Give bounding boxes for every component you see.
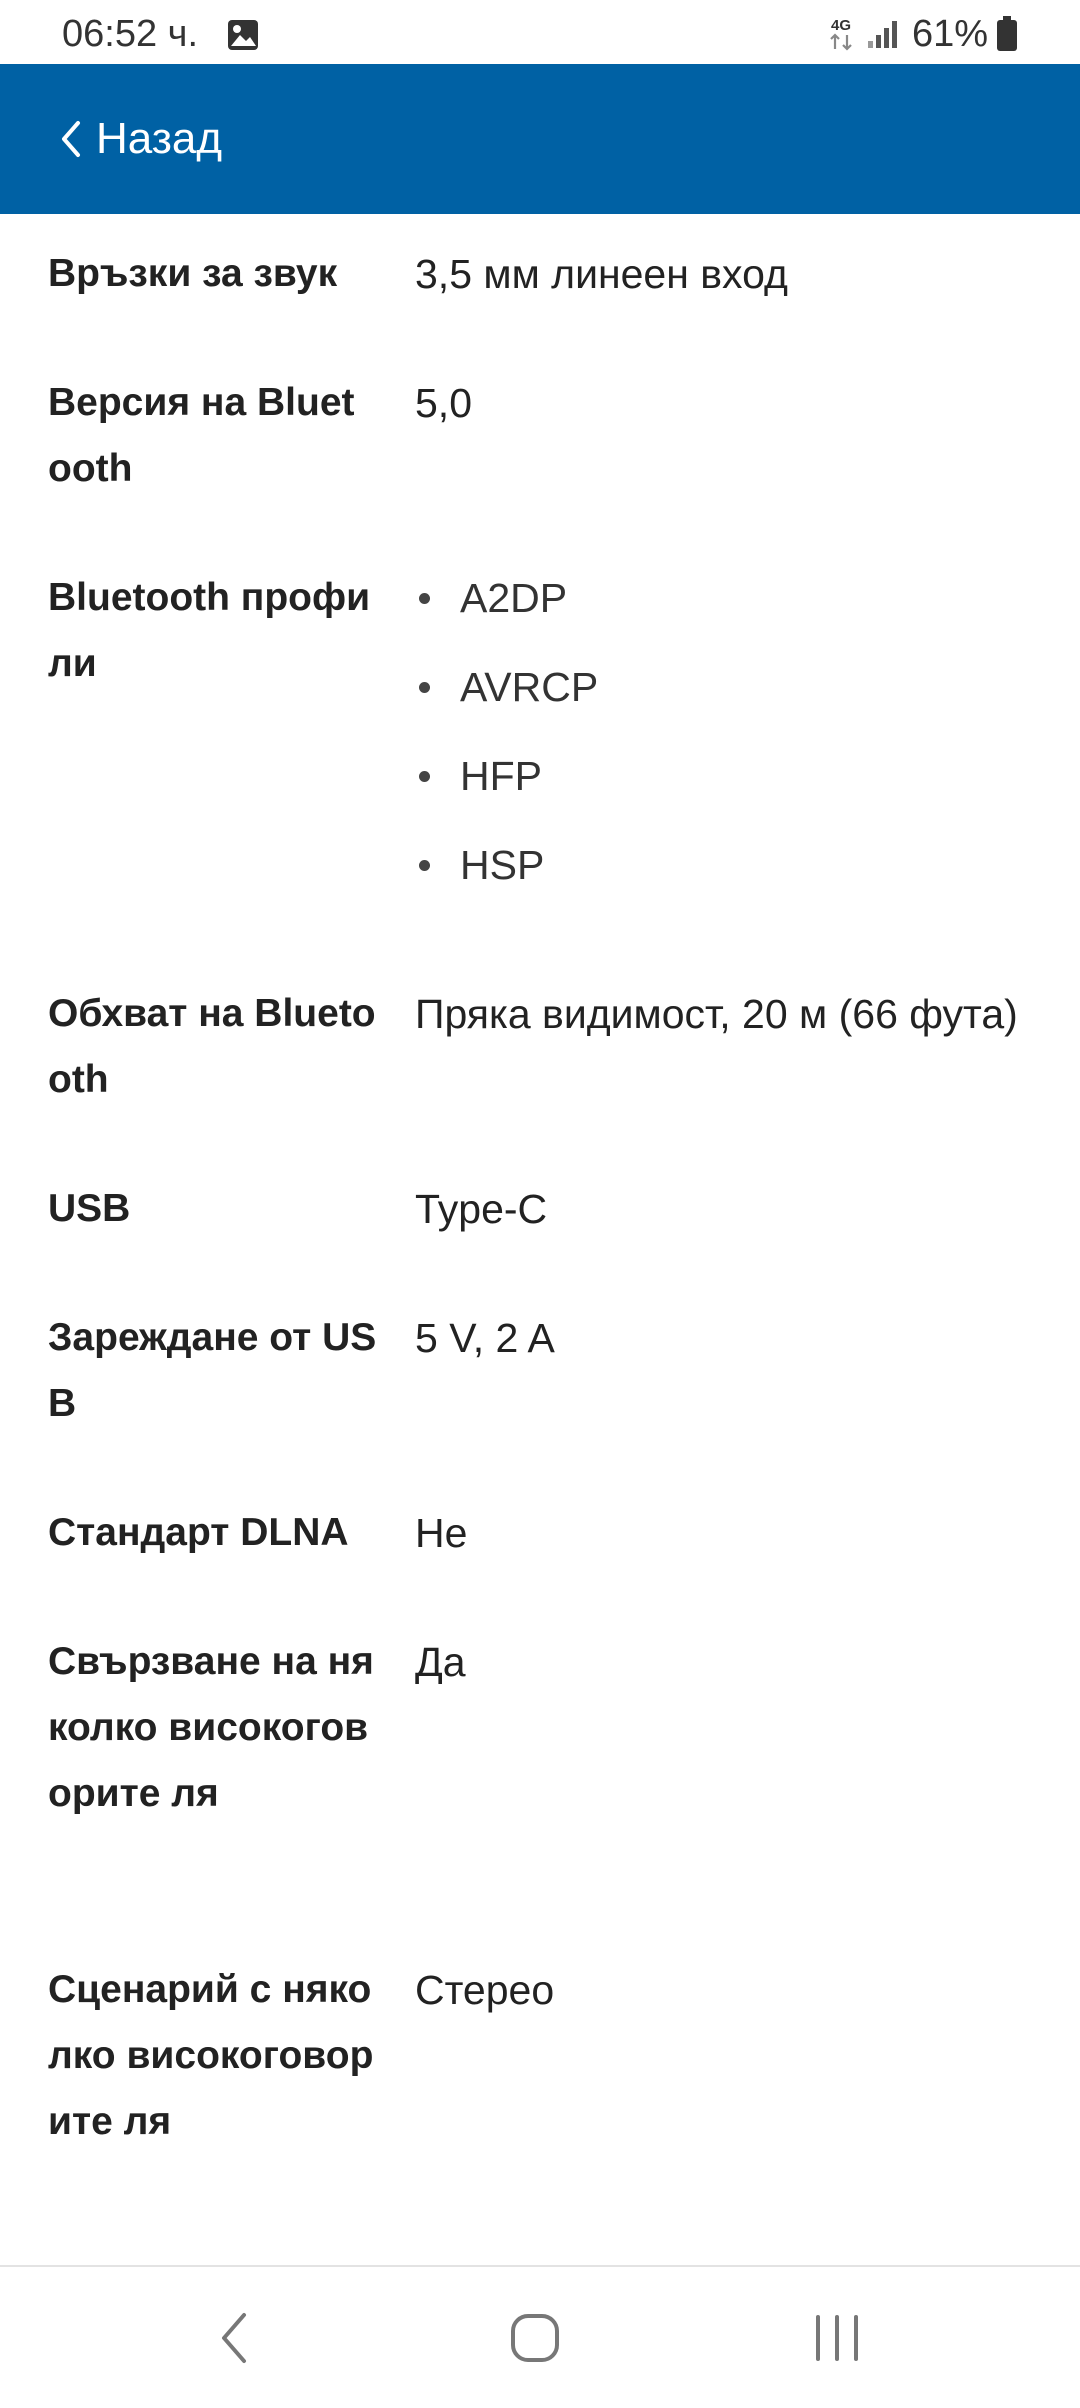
- spec-value: Type-C: [415, 1186, 548, 1232]
- profile-name: HFP: [460, 753, 542, 799]
- status-bar: 06:52 ч. 4G 61%: [0, 0, 1080, 64]
- list-item: A2DP: [415, 565, 598, 654]
- profile-name: AVRCP: [460, 664, 599, 710]
- spec-label: Зареждане от USB: [48, 1316, 377, 1425]
- spec-label: Обхват на Bluetooth: [48, 992, 376, 1101]
- system-nav-bar: [0, 2267, 1080, 2408]
- spec-label: Версия на Bluetooth: [48, 381, 355, 490]
- list-item: HSP: [415, 832, 598, 921]
- spec-label: Връзки за звук: [48, 252, 338, 295]
- chevron-left-icon: [62, 121, 80, 157]
- spec-label: Сценарий с няколко високоговорите ля: [48, 1968, 374, 2143]
- nav-back-button[interactable]: [154, 2267, 314, 2408]
- spec-value: Не: [415, 1510, 468, 1556]
- app-header: Назад: [0, 64, 1080, 214]
- status-time: 06:52 ч.: [62, 13, 199, 55]
- list-item: AVRCP: [415, 654, 598, 743]
- spec-label: Стандарт DLNA: [48, 1511, 349, 1554]
- spec-label: Свързване на няколко високоговорите ля: [48, 1640, 374, 1815]
- nav-home-icon: [511, 2313, 559, 2362]
- network-4g-icon: 4G: [830, 17, 852, 51]
- bullet-icon: [419, 593, 430, 604]
- screen: 06:52 ч. 4G 61% Назад Връзки за звук 3,5…: [0, 0, 1080, 2408]
- spec-value: 3,5 мм линеен вход: [415, 251, 788, 297]
- battery-percent: 61%: [911, 13, 988, 55]
- nav-recents-button[interactable]: [757, 2267, 917, 2408]
- bullet-icon: [419, 682, 430, 693]
- bluetooth-profiles-list: A2DP AVRCP HFP HSP: [415, 565, 598, 921]
- list-item: HFP: [415, 743, 598, 832]
- spec-value: 5,0: [415, 380, 472, 426]
- spec-label: USB: [48, 1187, 131, 1230]
- bullet-icon: [419, 771, 430, 782]
- spec-value: 5 V, 2 A: [415, 1315, 555, 1361]
- nav-recents-icon: [816, 2314, 858, 2361]
- spec-label: Bluetooth профили: [48, 576, 371, 685]
- nav-back-icon: [222, 2312, 246, 2363]
- nav-home-button[interactable]: [455, 2267, 615, 2408]
- status-right: 4G 61%: [826, 12, 1018, 56]
- back-button[interactable]: Назад: [56, 110, 222, 168]
- network-label: 4G: [831, 17, 851, 34]
- profile-name: HSP: [460, 842, 545, 888]
- spec-value: Да: [415, 1639, 466, 1685]
- image-icon: [228, 20, 258, 50]
- battery-icon: [997, 16, 1017, 51]
- spec-value: Стерео: [415, 1967, 555, 2013]
- spec-value: Пряка видимост, 20 м (66 фута): [415, 991, 1018, 1037]
- back-label: Назад: [96, 114, 223, 163]
- bullet-icon: [419, 860, 430, 871]
- signal-icon: [867, 21, 897, 48]
- profile-name: A2DP: [460, 575, 568, 621]
